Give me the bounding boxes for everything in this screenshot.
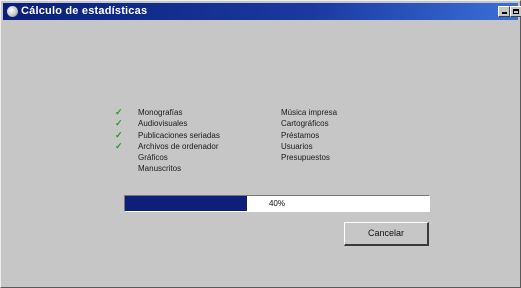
cancel-button[interactable]: Cancelar — [344, 222, 429, 246]
list-item-label: Archivos de ordenador — [138, 141, 219, 151]
check-icon: ✓ — [115, 118, 123, 129]
progress-text: 40% — [268, 199, 285, 208]
statistics-window: Cálculo de estadísticas ✓ Monografías ✓ … — [0, 0, 521, 288]
maximize-button[interactable] — [510, 6, 521, 17]
globe-icon — [7, 6, 18, 17]
title-bar[interactable]: Cálculo de estadísticas — [3, 3, 521, 20]
check-icon: ✓ — [115, 140, 123, 151]
list-item-label: Música impresa — [281, 108, 338, 117]
progress-bar: 40% — [124, 195, 430, 212]
window-title: Cálculo de estadísticas — [21, 5, 148, 17]
list-item-label: Audiovisuales — [138, 119, 188, 129]
list-item-label: Cartográficos — [281, 119, 329, 129]
list-item-label: Presupuestos — [281, 153, 330, 163]
check-icon: ✓ — [115, 107, 123, 117]
list-item-label: Gráficos — [138, 153, 168, 163]
check-icon: ✓ — [115, 129, 123, 140]
list-item-label: Usuarios — [281, 141, 313, 151]
minimize-button[interactable] — [498, 6, 510, 17]
list-item-label: Préstamos — [281, 130, 320, 140]
list-item-label: Publicaciones seriadas — [138, 130, 220, 140]
list-item-label: Monografías — [138, 108, 183, 117]
list-item-label: Manuscritos — [138, 164, 182, 174]
